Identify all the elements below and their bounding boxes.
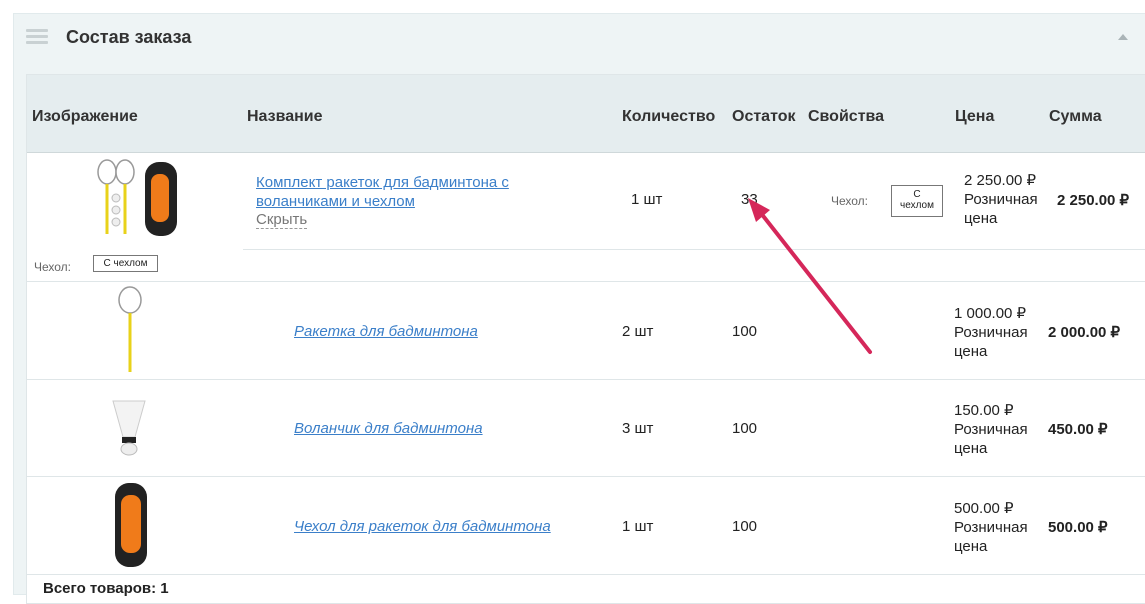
col-image: Изображение bbox=[32, 108, 138, 125]
hide-link[interactable]: Скрыть bbox=[256, 211, 308, 229]
panel-title: Состав заказа bbox=[66, 27, 192, 47]
col-properties: Свойства bbox=[808, 108, 885, 125]
order-panel: Состав заказа Изображение Название Колич… bbox=[13, 13, 1145, 604]
item-stock: 100 bbox=[732, 323, 758, 340]
image-prop-label: Чехол: bbox=[34, 260, 72, 274]
panel-header[interactable]: Состав заказа bbox=[14, 14, 1145, 62]
racket-image bbox=[118, 286, 142, 372]
col-price: Цена bbox=[955, 108, 995, 125]
table-row: Чехол для ракеток для бадминтона 1 шт 10… bbox=[27, 477, 1145, 575]
collapse-arrow-icon[interactable] bbox=[1118, 34, 1128, 40]
order-table: Изображение Название Количество Остаток … bbox=[26, 74, 1145, 604]
item-quantity: 1 шт bbox=[622, 518, 654, 535]
item-quantity: 3 шт bbox=[622, 420, 654, 437]
bundle-stock: 33 bbox=[741, 191, 758, 208]
col-name: Название bbox=[247, 108, 323, 125]
item-quantity: 2 шт bbox=[622, 323, 654, 340]
item-name-link[interactable]: Ракетка для бадминтона bbox=[294, 323, 478, 340]
bag-image bbox=[115, 483, 147, 567]
table-header: Изображение Название Количество Остаток … bbox=[27, 75, 1145, 153]
col-stock: Остаток bbox=[732, 108, 796, 125]
item-name-link[interactable]: Чехол для ракеток для бадминтона bbox=[294, 518, 551, 535]
bundle-sum: 2 250.00 ₽ bbox=[1057, 192, 1130, 209]
item-sum: 450.00 ₽ bbox=[1048, 421, 1108, 438]
item-sum: 2 000.00 ₽ bbox=[1048, 324, 1121, 341]
bundle-name-link[interactable]: Комплект ракеток для бадминтона с воланч… bbox=[256, 173, 509, 211]
bundle-prop-value: С чехлом bbox=[891, 185, 943, 217]
col-quantity: Количество bbox=[622, 108, 716, 125]
table-row: Комплект ракеток для бадминтона с воланч… bbox=[27, 153, 1145, 281]
menu-icon[interactable] bbox=[26, 29, 48, 45]
item-name-link[interactable]: Воланчик для бадминтона bbox=[294, 420, 483, 437]
bundle-quantity: 1 шт bbox=[631, 191, 663, 208]
total-count: Всего товаров: 1 bbox=[43, 580, 169, 597]
table-row: Воланчик для бадминтона 3 шт 100 150.00 … bbox=[27, 379, 1145, 477]
item-sum: 500.00 ₽ bbox=[1048, 519, 1108, 536]
item-price: 500.00 ₽ Розничная цена bbox=[954, 500, 1028, 555]
image-prop-value: С чехлом bbox=[93, 255, 158, 272]
item-price: 150.00 ₽ Розничная цена bbox=[954, 402, 1028, 457]
item-stock: 100 bbox=[732, 420, 758, 437]
bundle-set-image bbox=[97, 159, 177, 236]
item-stock: 100 bbox=[732, 518, 758, 535]
shuttlecock-image bbox=[112, 400, 146, 456]
item-price: 1 000.00 ₽ Розничная цена bbox=[954, 305, 1028, 360]
col-sum: Сумма bbox=[1049, 108, 1102, 125]
divider bbox=[243, 249, 1145, 250]
bundle-price: 2 250.00 ₽ Розничная цена bbox=[964, 172, 1038, 227]
table-row: Ракетка для бадминтона 2 шт 100 1 000.00… bbox=[27, 281, 1145, 380]
bundle-prop-label: Чехол: bbox=[831, 194, 869, 208]
